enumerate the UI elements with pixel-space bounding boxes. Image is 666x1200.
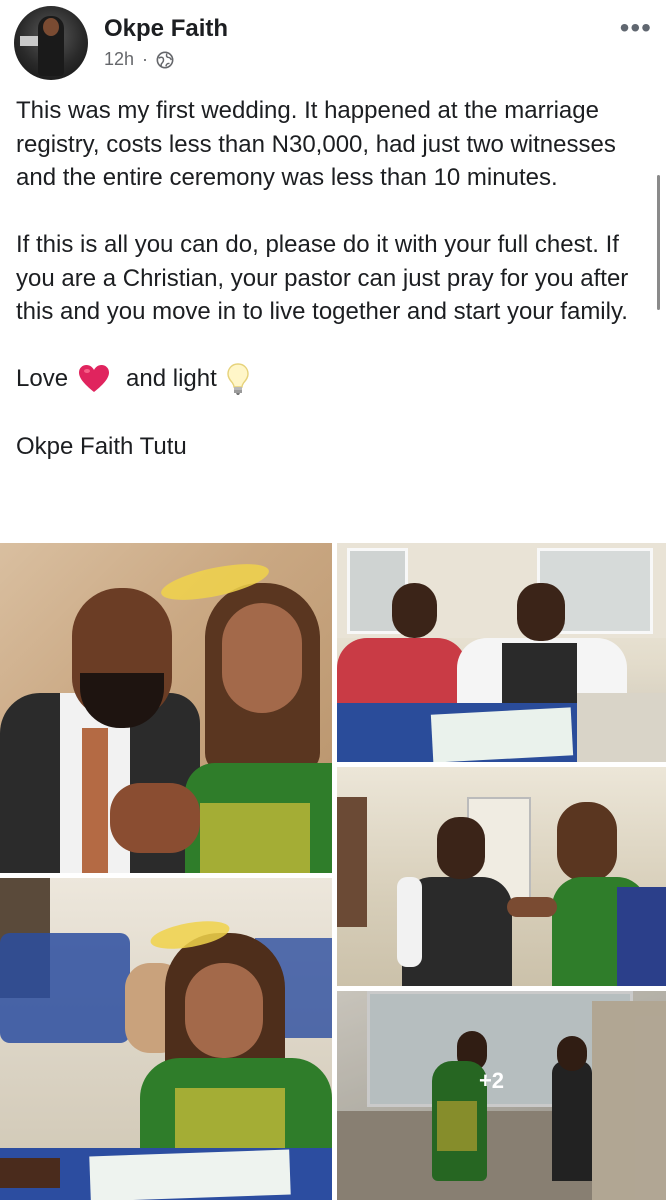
- photo-ring-exchange[interactable]: [337, 767, 666, 986]
- post-paragraph-2: If this is all you can do, please do it …: [16, 231, 629, 325]
- avatar-face: [43, 18, 59, 36]
- photo-couple-portrait[interactable]: [0, 543, 332, 873]
- post-timestamp[interactable]: 12h: [104, 49, 134, 70]
- more-photos-count[interactable]: +2: [479, 1068, 504, 1094]
- post-paragraph-1: This was my first wedding. It happened a…: [16, 97, 616, 191]
- post-header: Okpe Faith 12h · •••: [0, 0, 666, 90]
- more-options-icon[interactable]: •••: [620, 14, 652, 42]
- photo-bride-signing-register[interactable]: [0, 878, 332, 1200]
- photo-couple-on-stairs[interactable]: +2: [337, 991, 666, 1200]
- post-meta: 12h ·: [104, 49, 174, 70]
- avatar-sign: [20, 36, 38, 46]
- post-signature: Okpe Faith Tutu: [16, 432, 187, 460]
- author-name[interactable]: Okpe Faith: [104, 15, 228, 43]
- light-bulb-emoji-icon: [227, 363, 249, 395]
- post-body: This was my first wedding. It happened a…: [16, 94, 650, 463]
- photo-gallery: +2: [0, 543, 666, 1200]
- love-line: Love and light: [16, 362, 650, 396]
- meta-separator: ·: [142, 49, 149, 69]
- more-photos-overlay[interactable]: +2: [337, 991, 666, 1200]
- globe-icon[interactable]: [156, 51, 174, 69]
- scrollbar[interactable]: [657, 175, 660, 310]
- love-prefix: Love: [16, 365, 69, 393]
- red-heart-emoji-icon: [79, 365, 110, 392]
- author-avatar[interactable]: [14, 6, 88, 80]
- photo-groom-signing-register[interactable]: [337, 543, 666, 762]
- love-middle: and light: [126, 365, 217, 393]
